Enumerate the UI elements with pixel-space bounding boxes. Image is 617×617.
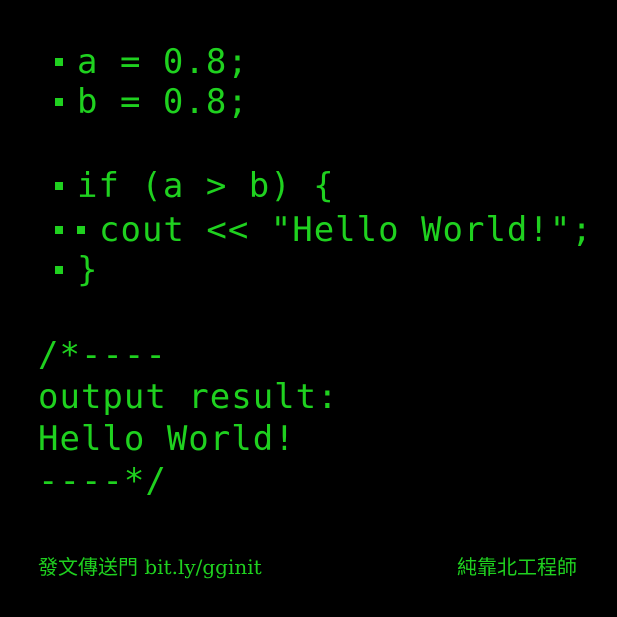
code-line-text: }	[77, 250, 99, 290]
output-line-2: output result:	[38, 377, 339, 417]
code-line-text: cout << "Hello World!";	[99, 210, 593, 250]
code-line-3: if (a > b) {	[55, 166, 335, 206]
code-line-text: a = 0.8;	[77, 42, 249, 82]
output-line-4: ----*/	[38, 461, 167, 501]
code-line-1: a = 0.8;	[55, 42, 249, 82]
code-line-5: }	[55, 250, 98, 290]
output-line-3: Hello World!	[38, 419, 296, 459]
code-line-text: if (a > b) {	[77, 166, 335, 206]
indent-bullet-icon	[77, 226, 85, 234]
code-card: a = 0.8; b = 0.8; if (a > b) { cout << "…	[0, 0, 617, 617]
bullet-icon	[55, 98, 63, 106]
footer-link-text: 發文傳送門 bit.ly/gginit	[38, 555, 262, 579]
bullet-icon	[55, 182, 63, 190]
code-line-2: b = 0.8;	[55, 82, 249, 122]
output-line-1: /*----	[38, 335, 167, 375]
code-line-4: cout << "Hello World!";	[55, 210, 593, 250]
bullet-icon	[55, 266, 63, 274]
bullet-icon	[55, 58, 63, 66]
bullet-icon	[55, 226, 63, 234]
code-line-text: b = 0.8;	[77, 82, 249, 122]
footer-brand: 純靠北工程師	[457, 555, 577, 579]
